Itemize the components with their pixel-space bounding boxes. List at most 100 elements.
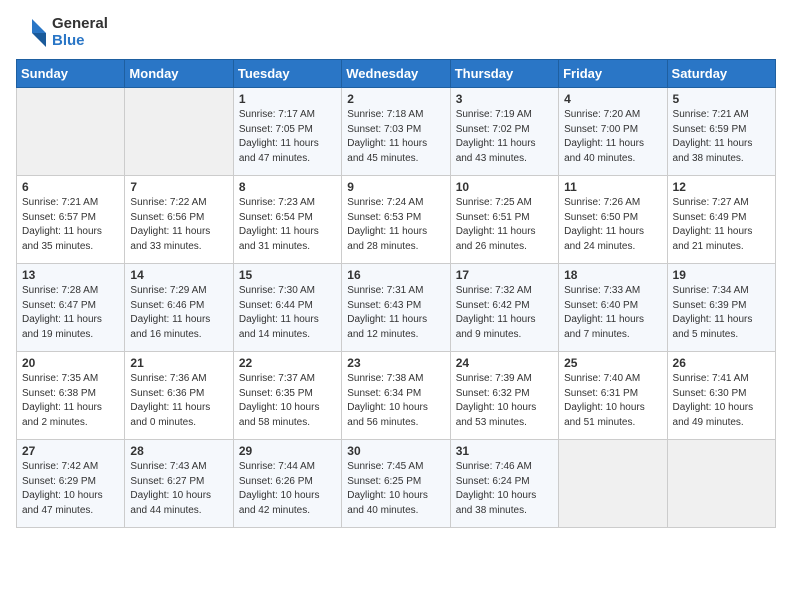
calendar-body: 1 Sunrise: 7:17 AM Sunset: 7:05 PM Daylig… [17, 88, 776, 528]
calendar-week-row: 6Sunrise: 7:21 AM Sunset: 6:57 PM Daylig… [17, 176, 776, 264]
day-number: 16 [347, 268, 444, 282]
day-info: Sunrise: 7:22 AM Sunset: 6:56 PM Dayligh… [130, 196, 227, 254]
calendar-cell: 22Sunrise: 7:37 AM Sunset: 6:35 PM Dayli… [233, 352, 341, 440]
weekday-header-tuesday: Tuesday [233, 60, 341, 88]
calendar-cell: 6Sunrise: 7:21 AM Sunset: 6:57 PM Daylig… [17, 176, 125, 264]
day-info: Sunrise: 7:20 AM Sunset: 7:00 PM Dayligh… [564, 108, 661, 166]
calendar-cell [559, 440, 667, 528]
day-info: Sunrise: 7:23 AM Sunset: 6:54 PM Dayligh… [239, 196, 336, 254]
weekday-header-thursday: Thursday [450, 60, 558, 88]
calendar-week-row: 1 Sunrise: 7:17 AM Sunset: 7:05 PM Daylig… [17, 88, 776, 176]
day-info: Sunrise: 7:44 AM Sunset: 6:26 PM Dayligh… [239, 460, 336, 518]
day-info: Sunrise: 7:43 AM Sunset: 6:27 PM Dayligh… [130, 460, 227, 518]
day-number: 15 [239, 268, 336, 282]
weekday-header-wednesday: Wednesday [342, 60, 450, 88]
calendar-cell: 8 Sunrise: 7:23 AM Sunset: 6:54 PM Daylig… [233, 176, 341, 264]
day-info: Sunrise: 7:32 AM Sunset: 6:42 PM Dayligh… [456, 284, 553, 342]
calendar-cell: 29 Sunrise: 7:44 AM Sunset: 6:26 PM Dayli… [233, 440, 341, 528]
calendar-cell: 31Sunrise: 7:46 AM Sunset: 6:24 PM Dayli… [450, 440, 558, 528]
calendar-cell: 9Sunrise: 7:24 AM Sunset: 6:53 PM Daylig… [342, 176, 450, 264]
calendar-cell: 25 Sunrise: 7:40 AM Sunset: 6:31 PM Dayli… [559, 352, 667, 440]
day-number: 14 [130, 268, 227, 282]
day-info: Sunrise: 7:19 AM Sunset: 7:02 PM Dayligh… [456, 108, 553, 166]
day-number: 3 [456, 92, 553, 106]
day-number: 29 [239, 444, 336, 458]
day-info: Sunrise: 7:30 AM Sunset: 6:44 PM Dayligh… [239, 284, 336, 342]
logo: GeneralBlue [16, 16, 108, 49]
calendar-cell: 14 Sunrise: 7:29 AM Sunset: 6:46 PM Dayli… [125, 264, 233, 352]
calendar-cell: 20 Sunrise: 7:35 AM Sunset: 6:38 PM Dayli… [17, 352, 125, 440]
calendar-cell: 3 Sunrise: 7:19 AM Sunset: 7:02 PM Daylig… [450, 88, 558, 176]
day-number: 28 [130, 444, 227, 458]
calendar-week-row: 27 Sunrise: 7:42 AM Sunset: 6:29 PM Dayli… [17, 440, 776, 528]
day-number: 26 [673, 356, 770, 370]
calendar-week-row: 20 Sunrise: 7:35 AM Sunset: 6:38 PM Dayli… [17, 352, 776, 440]
day-info: Sunrise: 7:45 AM Sunset: 6:25 PM Dayligh… [347, 460, 444, 518]
weekday-header-friday: Friday [559, 60, 667, 88]
calendar-cell: 30 Sunrise: 7:45 AM Sunset: 6:25 PM Dayli… [342, 440, 450, 528]
day-number: 27 [22, 444, 119, 458]
day-info: Sunrise: 7:39 AM Sunset: 6:32 PM Dayligh… [456, 372, 553, 430]
day-number: 5 [673, 92, 770, 106]
day-number: 20 [22, 356, 119, 370]
calendar-header: SundayMondayTuesdayWednesdayThursdayFrid… [17, 60, 776, 88]
calendar-cell: 19 Sunrise: 7:34 AM Sunset: 6:39 PM Dayli… [667, 264, 775, 352]
weekday-header-saturday: Saturday [667, 60, 775, 88]
calendar-cell: 18Sunrise: 7:33 AM Sunset: 6:40 PM Dayli… [559, 264, 667, 352]
page-header: GeneralBlue [16, 16, 776, 49]
header-row: SundayMondayTuesdayWednesdayThursdayFrid… [17, 60, 776, 88]
day-number: 4 [564, 92, 661, 106]
day-info: Sunrise: 7:24 AM Sunset: 6:53 PM Dayligh… [347, 196, 444, 254]
day-info: Sunrise: 7:34 AM Sunset: 6:39 PM Dayligh… [673, 284, 770, 342]
calendar-cell: 17Sunrise: 7:32 AM Sunset: 6:42 PM Dayli… [450, 264, 558, 352]
day-info: Sunrise: 7:18 AM Sunset: 7:03 PM Dayligh… [347, 108, 444, 166]
day-number: 25 [564, 356, 661, 370]
day-info: Sunrise: 7:28 AM Sunset: 6:47 PM Dayligh… [22, 284, 119, 342]
day-info: Sunrise: 7:40 AM Sunset: 6:31 PM Dayligh… [564, 372, 661, 430]
day-info: Sunrise: 7:25 AM Sunset: 6:51 PM Dayligh… [456, 196, 553, 254]
day-info: Sunrise: 7:21 AM Sunset: 6:57 PM Dayligh… [22, 196, 119, 254]
calendar-cell [667, 440, 775, 528]
day-info: Sunrise: 7:35 AM Sunset: 6:38 PM Dayligh… [22, 372, 119, 430]
day-number: 21 [130, 356, 227, 370]
day-info: Sunrise: 7:38 AM Sunset: 6:34 PM Dayligh… [347, 372, 444, 430]
calendar-cell: 28 Sunrise: 7:43 AM Sunset: 6:27 PM Dayli… [125, 440, 233, 528]
day-number: 1 [239, 92, 336, 106]
day-info: Sunrise: 7:42 AM Sunset: 6:29 PM Dayligh… [22, 460, 119, 518]
day-number: 13 [22, 268, 119, 282]
day-number: 30 [347, 444, 444, 458]
day-info: Sunrise: 7:27 AM Sunset: 6:49 PM Dayligh… [673, 196, 770, 254]
day-info: Sunrise: 7:29 AM Sunset: 6:46 PM Dayligh… [130, 284, 227, 342]
calendar-cell: 2Sunrise: 7:18 AM Sunset: 7:03 PM Daylig… [342, 88, 450, 176]
calendar-table: SundayMondayTuesdayWednesdayThursdayFrid… [16, 59, 776, 528]
calendar-cell: 15 Sunrise: 7:30 AM Sunset: 6:44 PM Dayli… [233, 264, 341, 352]
calendar-cell: 23 Sunrise: 7:38 AM Sunset: 6:34 PM Dayli… [342, 352, 450, 440]
day-number: 24 [456, 356, 553, 370]
day-number: 10 [456, 180, 553, 194]
calendar-cell: 4 Sunrise: 7:20 AM Sunset: 7:00 PM Daylig… [559, 88, 667, 176]
calendar-cell [125, 88, 233, 176]
calendar-cell: 5Sunrise: 7:21 AM Sunset: 6:59 PM Daylig… [667, 88, 775, 176]
calendar-cell: 24 Sunrise: 7:39 AM Sunset: 6:32 PM Dayli… [450, 352, 558, 440]
day-info: Sunrise: 7:36 AM Sunset: 6:36 PM Dayligh… [130, 372, 227, 430]
day-number: 8 [239, 180, 336, 194]
day-info: Sunrise: 7:17 AM Sunset: 7:05 PM Dayligh… [239, 108, 336, 166]
calendar-week-row: 13 Sunrise: 7:28 AM Sunset: 6:47 PM Dayli… [17, 264, 776, 352]
day-info: Sunrise: 7:46 AM Sunset: 6:24 PM Dayligh… [456, 460, 553, 518]
calendar-cell: 27 Sunrise: 7:42 AM Sunset: 6:29 PM Dayli… [17, 440, 125, 528]
calendar-cell: 21 Sunrise: 7:36 AM Sunset: 6:36 PM Dayli… [125, 352, 233, 440]
day-number: 23 [347, 356, 444, 370]
logo-icon [16, 17, 48, 49]
calendar-cell: 10 Sunrise: 7:25 AM Sunset: 6:51 PM Dayli… [450, 176, 558, 264]
calendar-cell: 12Sunrise: 7:27 AM Sunset: 6:49 PM Dayli… [667, 176, 775, 264]
day-number: 19 [673, 268, 770, 282]
calendar-cell [17, 88, 125, 176]
calendar-cell: 11Sunrise: 7:26 AM Sunset: 6:50 PM Dayli… [559, 176, 667, 264]
day-number: 18 [564, 268, 661, 282]
day-number: 22 [239, 356, 336, 370]
calendar-cell: 13 Sunrise: 7:28 AM Sunset: 6:47 PM Dayli… [17, 264, 125, 352]
calendar-cell: 1 Sunrise: 7:17 AM Sunset: 7:05 PM Daylig… [233, 88, 341, 176]
calendar-cell: 7Sunrise: 7:22 AM Sunset: 6:56 PM Daylig… [125, 176, 233, 264]
weekday-header-sunday: Sunday [17, 60, 125, 88]
day-info: Sunrise: 7:41 AM Sunset: 6:30 PM Dayligh… [673, 372, 770, 430]
